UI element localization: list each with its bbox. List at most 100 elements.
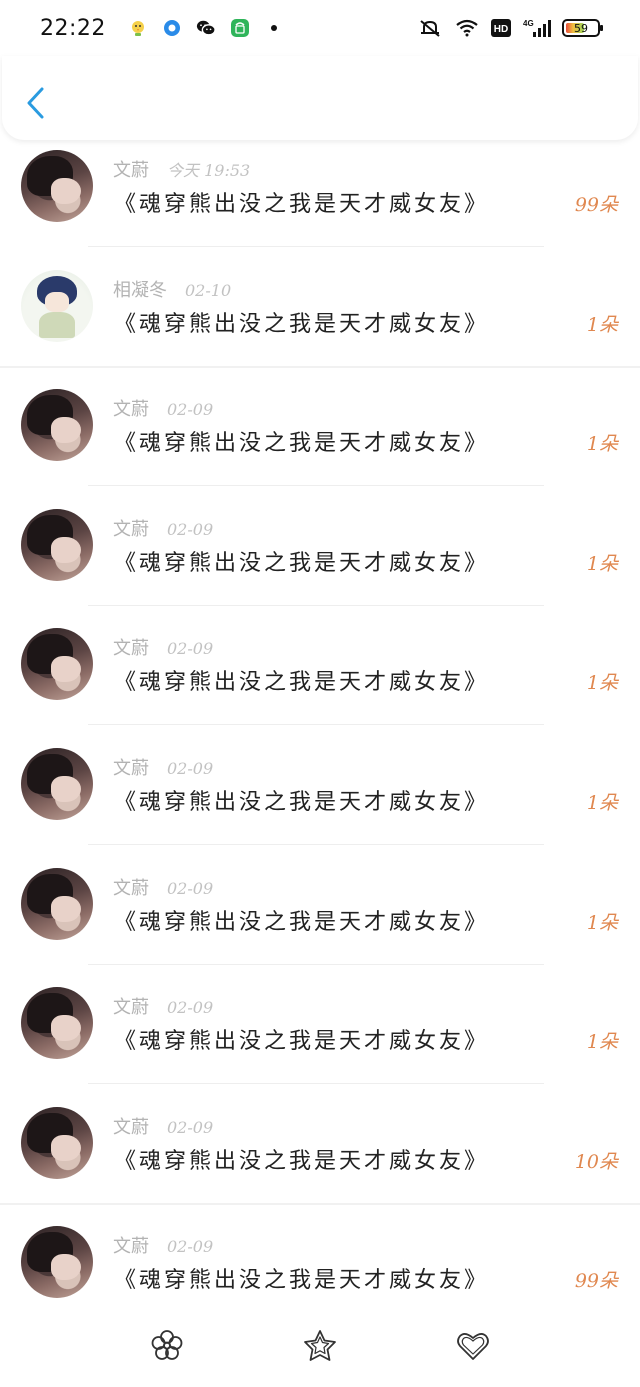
bottom-bar — [0, 1310, 640, 1387]
blue-dot-app-icon — [162, 18, 182, 38]
sender-name: 文蔚 — [113, 638, 149, 660]
status-time: 22:22 — [40, 15, 106, 41]
system-status: HD 4G 59 — [416, 18, 603, 38]
divider — [88, 1083, 544, 1085]
flower-record-list: 文蔚 今天 19:53 《魂穿熊出没之我是天才威女友》 99朵 相凝冬 02-1… — [0, 140, 640, 1336]
notification-icons — [128, 18, 284, 38]
divider — [88, 843, 544, 845]
flower-count: 1朵 — [586, 911, 618, 934]
divider — [88, 246, 544, 247]
avatar-cape — [39, 311, 75, 338]
list-item[interactable]: 文蔚 02-09 《魂穿熊出没之我是天才威女友》 10朵 — [0, 1097, 640, 1217]
avatar[interactable] — [21, 628, 93, 701]
sender-name: 文蔚 — [113, 399, 149, 421]
flower-count: 1朵 — [586, 1031, 618, 1054]
avatar-face — [51, 417, 81, 444]
hd-icon: HD — [490, 18, 512, 38]
list-item[interactable]: 文蔚 02-09 《魂穿熊出没之我是天才威女友》 1朵 — [0, 499, 640, 619]
book-title: 《魂穿熊出没之我是天才威女友》 — [114, 789, 490, 815]
avatar[interactable] — [21, 389, 93, 462]
book-title: 《魂穿熊出没之我是天才威女友》 — [114, 670, 490, 696]
sender-name: 文蔚 — [113, 757, 149, 779]
avatar-face — [51, 536, 81, 563]
avatar-face — [51, 1254, 81, 1281]
item-meta: 文蔚 02-09 — [113, 874, 213, 900]
chick-icon — [128, 18, 148, 38]
sender-name: 文蔚 — [113, 877, 149, 899]
mute-bell-icon — [416, 18, 444, 38]
item-meta: 文蔚 02-09 — [113, 515, 213, 541]
item-meta: 文蔚 02-09 — [113, 1232, 213, 1258]
sender-name: 文蔚 — [113, 518, 149, 540]
avatar[interactable] — [21, 747, 93, 820]
flower-count: 1朵 — [586, 791, 618, 814]
heart-icon — [457, 1333, 489, 1360]
divider — [0, 1202, 640, 1205]
avatar-face — [51, 775, 81, 802]
sender-name: 文蔚 — [113, 160, 149, 181]
avatar[interactable] — [21, 508, 93, 581]
sender-name: 文蔚 — [113, 1116, 149, 1138]
sent-time: 02-09 — [167, 998, 214, 1018]
avatar-face — [51, 895, 81, 922]
heart-button[interactable] — [455, 1328, 491, 1364]
chevron-left-icon — [27, 87, 44, 119]
flower-count: 99朵 — [574, 1270, 618, 1293]
avatar[interactable] — [21, 867, 93, 940]
avatar[interactable] — [21, 1226, 93, 1299]
sent-time: 02-10 — [185, 280, 232, 300]
item-meta: 文蔚 02-09 — [113, 634, 213, 660]
avatar[interactable] — [21, 987, 93, 1060]
sender-name: 相凝冬 — [113, 279, 167, 301]
book-title: 《魂穿熊出没之我是天才威女友》 — [114, 311, 490, 337]
avatar-face — [45, 291, 69, 312]
item-meta: 相凝冬 02-10 — [113, 276, 231, 302]
flower-count: 10朵 — [574, 1150, 618, 1173]
avatar-face — [51, 1015, 81, 1042]
book-title: 《魂穿熊出没之我是天才威女友》 — [114, 550, 490, 576]
flower-count: 1朵 — [586, 672, 618, 695]
avatar[interactable] — [21, 150, 93, 222]
book-title: 《魂穿熊出没之我是天才威女友》 — [114, 1148, 490, 1174]
star-icon — [304, 1330, 336, 1361]
list-item[interactable]: 文蔚 02-09 《魂穿熊出没之我是天才威女友》 1朵 — [0, 858, 640, 978]
flower-button[interactable] — [149, 1328, 185, 1364]
list-item[interactable]: 文蔚 今天 19:53 《魂穿熊出没之我是天才威女友》 99朵 — [0, 140, 640, 260]
sent-time: 02-09 — [167, 1237, 214, 1257]
sent-time: 02-09 — [167, 519, 214, 539]
sent-time: 02-09 — [167, 639, 214, 659]
list-item[interactable]: 相凝冬 02-10 《魂穿熊出没之我是天才威女友》 1朵 — [0, 260, 640, 380]
divider — [88, 724, 544, 726]
flower-count: 1朵 — [586, 313, 618, 336]
dot-icon — [264, 18, 284, 38]
list-item[interactable]: 文蔚 02-09 《魂穿熊出没之我是天才威女友》 1朵 — [0, 379, 640, 499]
wifi-icon — [454, 18, 480, 38]
list-item[interactable]: 文蔚 02-09 《魂穿熊出没之我是天才威女友》 1朵 — [0, 618, 640, 738]
avatar-face — [51, 656, 81, 683]
avatar-face — [51, 1134, 81, 1161]
avatar[interactable] — [21, 269, 93, 342]
signal-4g-icon: 4G — [522, 18, 552, 38]
divider — [88, 604, 544, 606]
avatar[interactable] — [21, 1106, 93, 1179]
star-button[interactable] — [302, 1328, 338, 1364]
battery-level: 59 — [574, 21, 588, 35]
top-nav — [2, 56, 638, 140]
item-meta: 文蔚 02-09 — [113, 754, 213, 780]
list-item[interactable]: 文蔚 02-09 《魂穿熊出没之我是天才威女友》 1朵 — [0, 738, 640, 858]
item-meta: 文蔚 今天 19:53 — [113, 156, 250, 182]
list-item[interactable]: 文蔚 02-09 《魂穿熊出没之我是天才威女友》 1朵 — [0, 977, 640, 1097]
sent-time: 02-09 — [167, 1117, 214, 1137]
sender-name: 文蔚 — [113, 997, 149, 1019]
flower-count: 1朵 — [586, 552, 618, 575]
status-bar: 22:22 HD 4G 59 — [0, 0, 640, 56]
book-title: 《魂穿熊出没之我是天才威女友》 — [114, 1268, 490, 1294]
divider — [0, 365, 640, 368]
net-label: 4G — [523, 19, 534, 28]
flower-count: 99朵 — [574, 194, 618, 216]
flower-icon — [151, 1330, 183, 1360]
avatar-face — [51, 178, 81, 204]
sent-time: 02-09 — [167, 400, 214, 420]
flower-count: 1朵 — [586, 433, 618, 456]
back-button[interactable] — [24, 86, 48, 120]
